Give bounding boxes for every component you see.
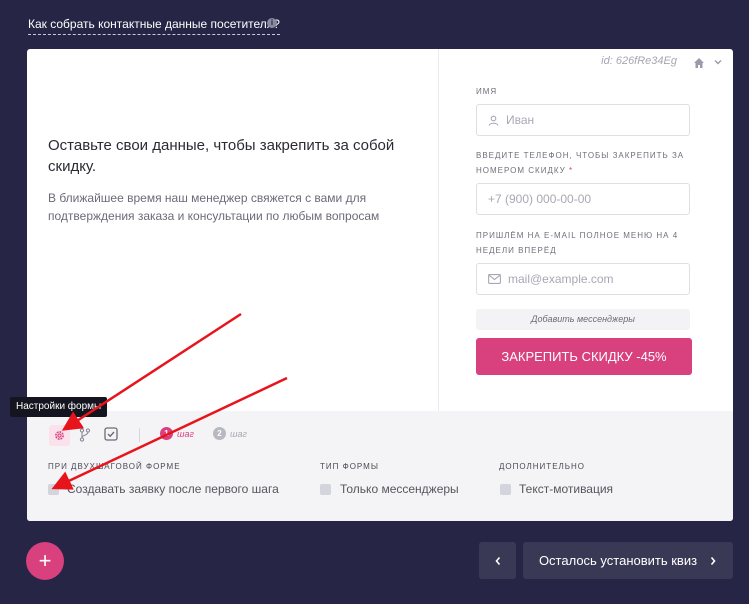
chevron-down-icon[interactable] bbox=[713, 57, 723, 67]
email-placeholder: mail@example.com bbox=[508, 272, 614, 286]
form-type-section-label: Тип формы bbox=[320, 462, 379, 471]
promo-column: Оставьте свои данные, чтобы закрепить за… bbox=[27, 49, 439, 411]
two-step-checkbox[interactable] bbox=[48, 484, 59, 495]
motivation-text-label[interactable]: Текст-мотивация bbox=[519, 482, 613, 496]
user-icon bbox=[488, 115, 499, 126]
chevron-right-icon bbox=[710, 556, 716, 565]
phone-label-text: Введите телефон, чтобы закрепить за номе… bbox=[476, 151, 685, 175]
form-settings-tooltip: Настройки формы bbox=[10, 397, 108, 417]
name-input[interactable]: Иван bbox=[476, 104, 690, 136]
previous-button[interactable] bbox=[479, 542, 516, 579]
email-input[interactable]: mail@example.com bbox=[476, 263, 690, 295]
add-button[interactable]: + bbox=[26, 542, 64, 580]
home-icon[interactable] bbox=[693, 57, 705, 69]
mail-icon bbox=[488, 274, 501, 284]
extra-section-label: Дополнительно bbox=[499, 462, 586, 471]
submit-discount-button[interactable]: ЗАКРЕПИТЬ СКИДКУ -45% bbox=[476, 338, 692, 375]
step-2-badge[interactable]: 2 bbox=[213, 427, 226, 440]
chevron-left-icon bbox=[494, 556, 500, 565]
next-step-button[interactable]: Осталось установить квиз bbox=[523, 542, 733, 579]
next-step-label: Осталось установить квиз bbox=[538, 553, 698, 568]
toolbar-divider bbox=[139, 428, 140, 442]
gear-icon bbox=[55, 431, 64, 440]
messengers-only-label[interactable]: Только мессенджеры bbox=[340, 482, 459, 496]
form-id: id: 626fRe34Eg bbox=[601, 55, 677, 67]
step-1-label[interactable]: шаг bbox=[177, 429, 194, 439]
name-label: имя bbox=[476, 87, 498, 96]
quiz-form-card: Оставьте свои данные, чтобы закрепить за… bbox=[27, 49, 733, 521]
name-placeholder: Иван bbox=[506, 113, 535, 127]
promo-text[interactable]: В ближайшее время наш менеджер свяжется … bbox=[48, 189, 418, 225]
promo-title[interactable]: Оставьте свои данные, чтобы закрепить за… bbox=[48, 135, 418, 177]
phone-label: Введите телефон, чтобы закрепить за номе… bbox=[476, 148, 716, 178]
form-settings-button[interactable] bbox=[49, 425, 70, 446]
phone-input[interactable]: +7 (900) 000-00-00 bbox=[476, 183, 690, 215]
two-step-option-label[interactable]: Создавать заявку после первого шага bbox=[67, 482, 279, 496]
plus-icon: + bbox=[38, 548, 52, 573]
branching-icon[interactable] bbox=[79, 428, 91, 442]
messengers-only-checkbox[interactable] bbox=[320, 484, 331, 495]
help-link[interactable]: Как собрать контактные данные посетителя… bbox=[28, 17, 280, 35]
motivation-text-checkbox[interactable] bbox=[500, 484, 511, 495]
two-step-section-label: При двухшаговой форме bbox=[48, 462, 181, 471]
add-messengers-button[interactable]: Добавить мессенджеры bbox=[476, 309, 690, 330]
step-1-badge[interactable]: 1 bbox=[160, 427, 173, 440]
phone-placeholder: +7 (900) 000-00-00 bbox=[488, 192, 592, 206]
step-2-label[interactable]: шаг bbox=[230, 429, 247, 439]
info-icon[interactable]: i bbox=[267, 18, 277, 28]
email-label: Пришлём на e-mail полное меню на 4 недел… bbox=[476, 231, 679, 255]
check-icon[interactable] bbox=[104, 427, 118, 441]
required-mark: * bbox=[568, 166, 574, 175]
